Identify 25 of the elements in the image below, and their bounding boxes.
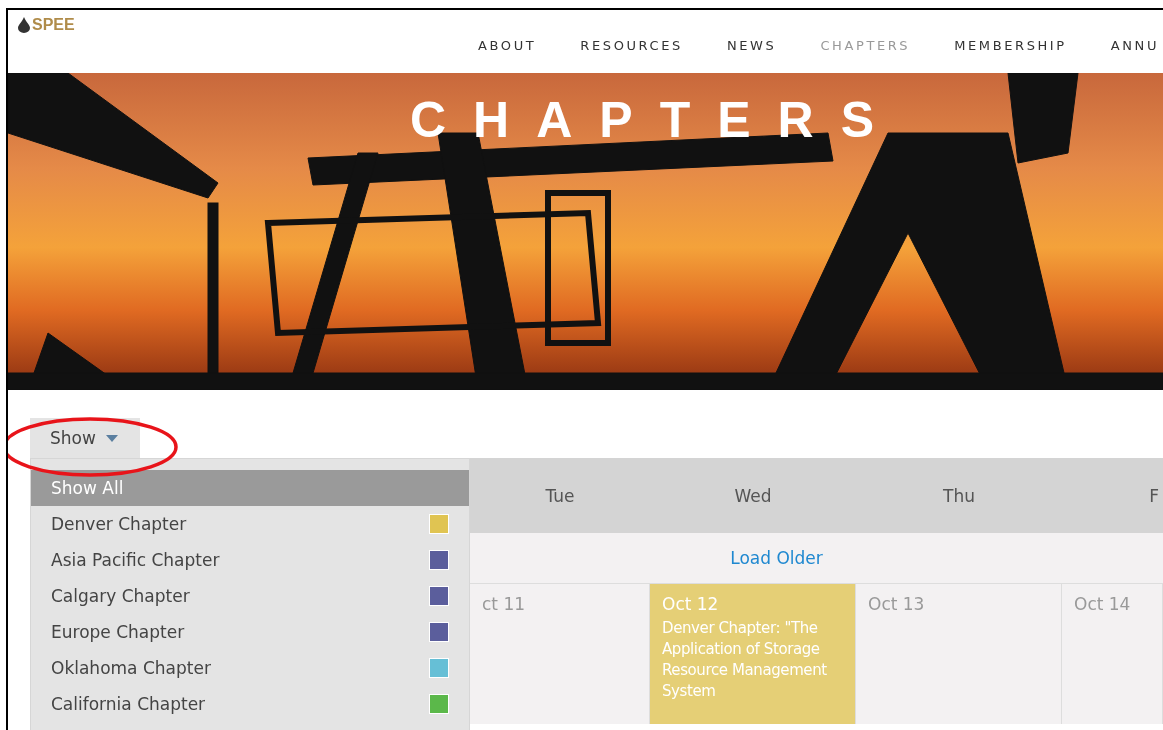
nav-link[interactable]: MEMBERSHIP [954, 38, 1067, 53]
nav-link[interactable]: ABOUT [478, 38, 537, 53]
logo-text: SPEE [32, 16, 75, 34]
page-title: CHAPTERS [410, 91, 901, 150]
show-filter-button[interactable]: Show [30, 418, 140, 458]
date-label: ct 11 [482, 594, 527, 614]
filter-option[interactable]: California Chapter [31, 686, 469, 722]
load-older-link[interactable]: Load Older [730, 548, 823, 568]
day-name: F [1149, 485, 1159, 506]
nav-link[interactable]: NEWS [726, 38, 777, 53]
date-label: Oct 14 [1074, 594, 1132, 614]
caret-icon [105, 434, 118, 442]
filter-option[interactable]: Calgary Chapter [31, 578, 469, 614]
date-label: Oct 13 [868, 594, 926, 614]
day-name: Wed [734, 485, 772, 506]
filter-option[interactable]: Denver Chapter [31, 506, 469, 542]
oil-drop-icon [18, 17, 30, 33]
nav-link[interactable]: RESOURCES [580, 38, 683, 53]
day-name: Tue [545, 485, 575, 506]
day-name: Thu [943, 485, 975, 506]
nav-link[interactable]: ANNU [1110, 38, 1159, 53]
filter-option[interactable]: Europe Chapter [31, 614, 469, 650]
filter-option[interactable]: Oklahoma Chapter [31, 650, 469, 686]
filter-option[interactable]: Asia Pacific Chapter [31, 542, 469, 578]
date-label: Oct 12 [662, 594, 720, 614]
